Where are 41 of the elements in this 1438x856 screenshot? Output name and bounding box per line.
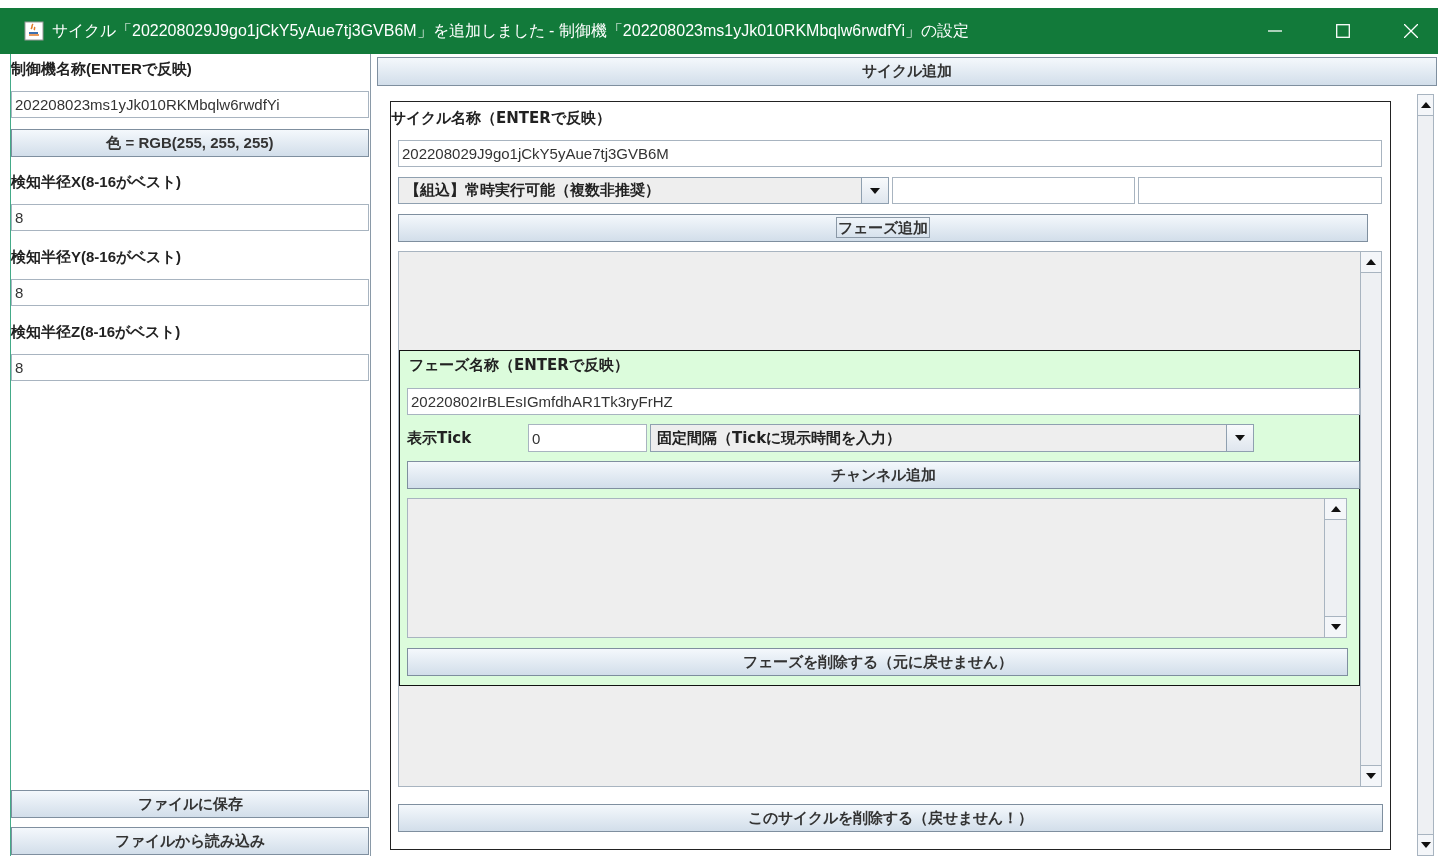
add-cycle-button[interactable]: サイクル追加 [377, 57, 1437, 86]
up-arrow-icon[interactable] [1366, 259, 1376, 265]
text-field[interactable]: 8 [11, 204, 369, 231]
field-label: 検知半径Y(8-16がベスト) [11, 247, 183, 267]
text-field[interactable]: 8 [11, 279, 369, 306]
up-arrow-icon[interactable] [1330, 506, 1341, 512]
field-label: サイクル名称（ENTERで反映） [391, 108, 612, 129]
down-arrow-icon[interactable] [1330, 624, 1341, 630]
save-button[interactable]: ファイルに保存 [11, 790, 369, 818]
field-label: 表示Tick [407, 428, 473, 448]
delete-cycle-button[interactable]: このサイクルを削除する（戻せません！） [398, 804, 1383, 832]
text-field[interactable]: 8 [11, 354, 369, 381]
down-arrow-icon[interactable] [1420, 842, 1431, 848]
scrollbar[interactable] [1360, 252, 1381, 786]
color-button[interactable]: 色 = RGB(255, 255, 255) [11, 129, 369, 157]
down-arrow-icon[interactable] [1366, 773, 1376, 779]
maximize-icon[interactable] [1336, 24, 1350, 38]
caret-icon[interactable] [870, 187, 880, 194]
add-phase-button[interactable]: フェーズ追加 [398, 214, 1368, 242]
scrollbar[interactable] [1417, 94, 1434, 856]
window-title: サイクル「202208029J9go1jCkY5yAue7tj3GVB6M」を追加しました - 制御機「202208023ms1yJk010RKMbqlw6rwdfYi」の設定 [52, 20, 970, 41]
load-button[interactable]: ファイルから読み込み [11, 827, 369, 855]
dropdown[interactable]: 固定間隔（Tickに現示時間を入力） [650, 424, 1254, 452]
text-field[interactable] [892, 177, 1135, 204]
field-label: 検知半径X(8-16がベスト) [11, 172, 183, 192]
text-field[interactable]: 202208029J9go1jCkY5yAue7tj3GVB6M [398, 140, 1382, 167]
dropdown[interactable]: 【組込】常時実行可能（複数非推奨） [398, 177, 889, 204]
text-field[interactable]: 202208023ms1yJk010RKMbqlw6rwdfYi [11, 91, 369, 118]
app-icon [24, 21, 44, 41]
field-label: 制御機名称(ENTERで反映) [11, 59, 193, 79]
up-arrow-icon[interactable] [1420, 102, 1431, 108]
delete-phase-button[interactable]: フェーズを削除する（元に戻せません） [407, 648, 1348, 676]
add-channel-button[interactable]: チャンネル追加 [407, 461, 1360, 489]
text-field[interactable] [1138, 177, 1382, 204]
caret-icon[interactable] [1235, 435, 1245, 441]
field-label: フェーズ名称（ENTERで反映） [409, 355, 630, 376]
text-field[interactable]: 20220802IrBLEsIGmfdhAR1Tk3ryFrHZ [407, 388, 1360, 415]
scrollbar[interactable] [1324, 499, 1346, 637]
text-field[interactable]: 0 [528, 424, 647, 452]
close-icon[interactable] [1404, 24, 1418, 38]
field-label: 検知半径Z(8-16がベスト) [11, 322, 182, 342]
